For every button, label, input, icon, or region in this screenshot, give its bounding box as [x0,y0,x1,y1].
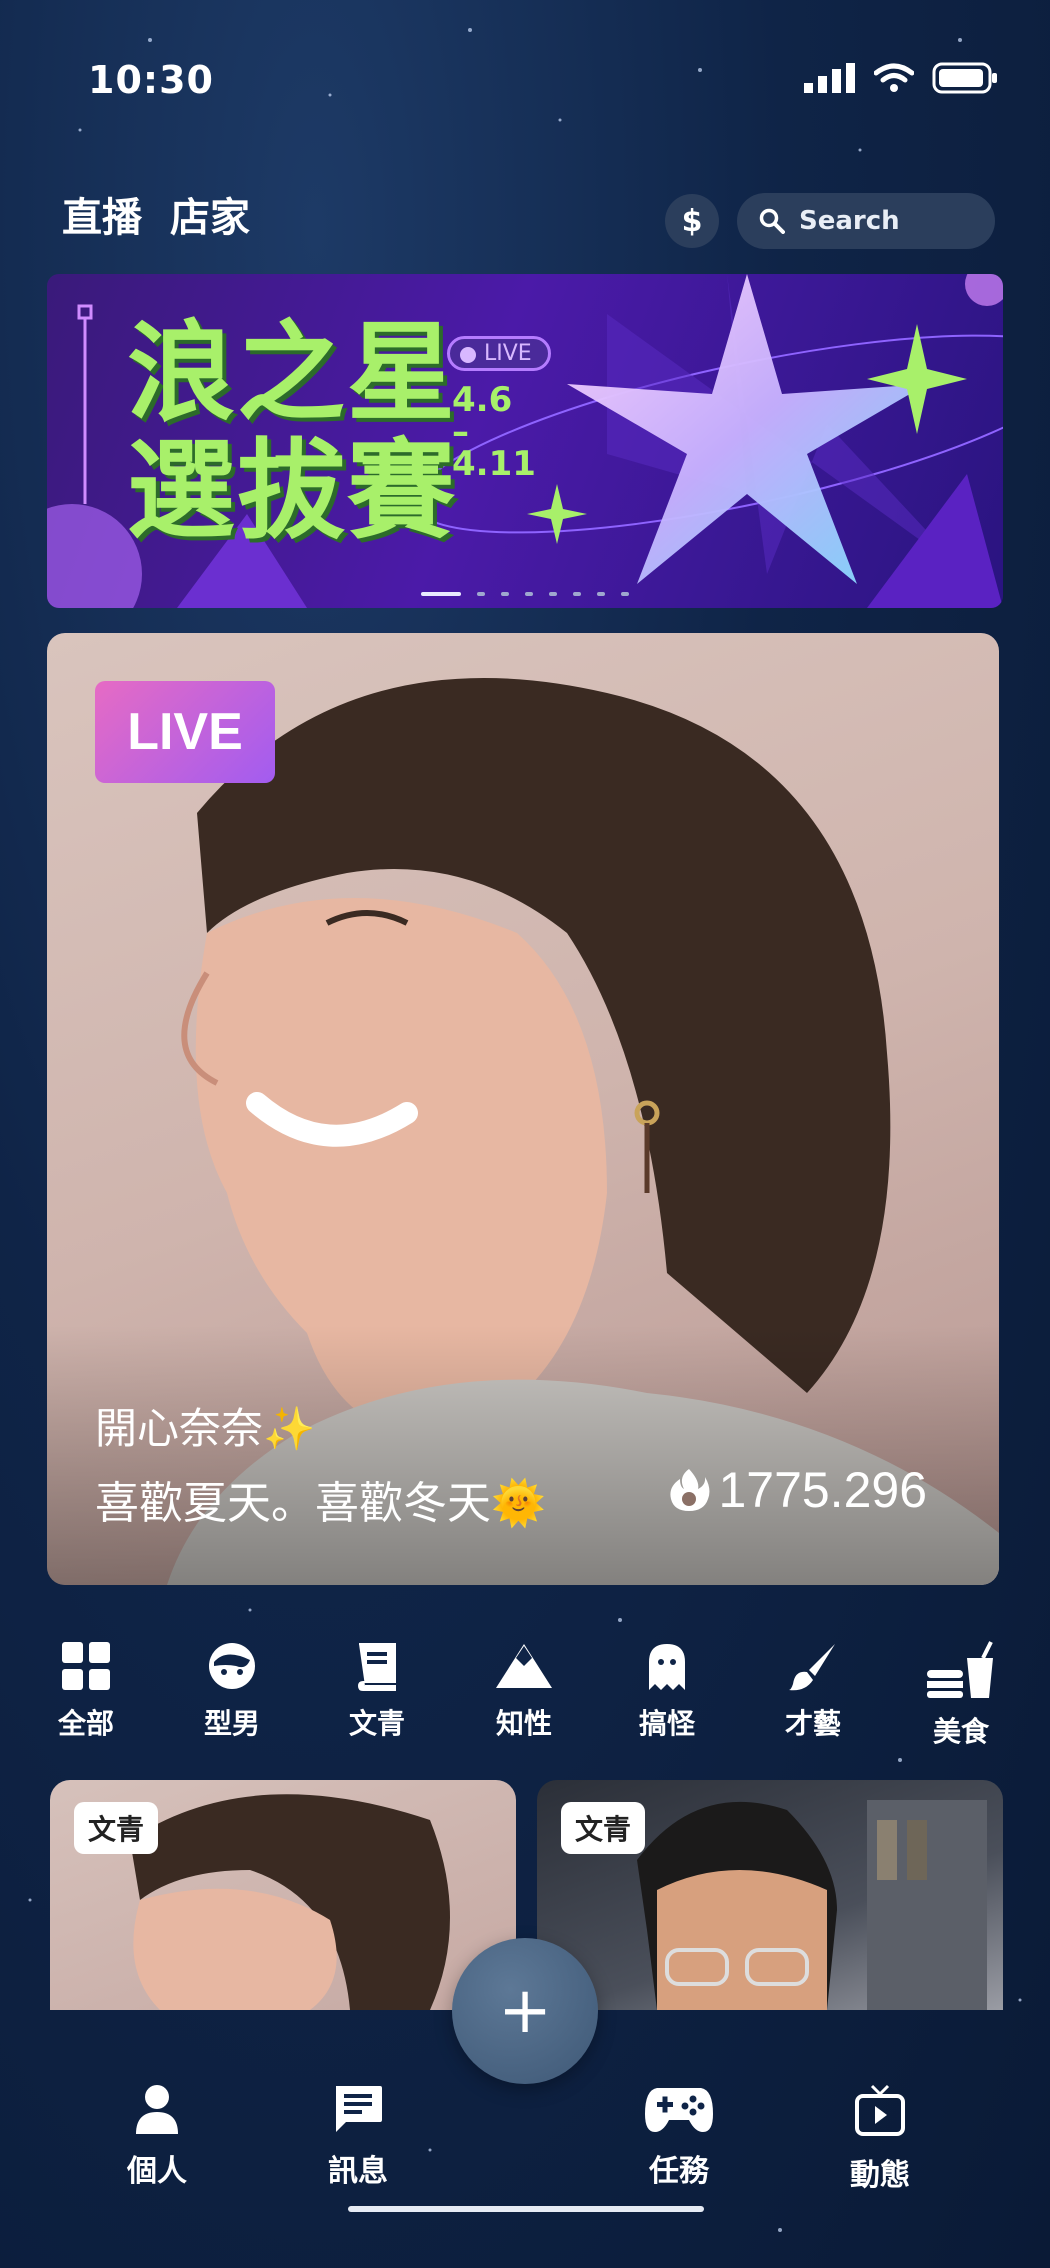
tv-icon [855,2084,905,2136]
category-talent[interactable]: 才藝 [758,1640,868,1742]
search-placeholder: Search [799,206,900,236]
tab-feed[interactable]: 動態 [810,2084,950,2194]
face-icon [209,1643,255,1689]
status-bar: 10:30 [0,0,1050,160]
heat-score: 1775.296 [668,1461,927,1519]
ghost-icon [649,1644,685,1690]
streamer-description: 喜歡夏天。喜歡冬天🌞 [95,1478,546,1529]
tab-profile[interactable]: 個人 [87,2084,227,2190]
category-literary[interactable]: 文青 [322,1640,432,1742]
streamer-name: 開心奈奈✨ [95,1404,316,1453]
search-input[interactable]: Search [737,193,995,249]
search-icon [759,208,785,234]
stream-card[interactable]: 文青 [50,1780,516,2010]
top-nav: 直播 店家 [62,185,250,243]
person-icon [136,2085,178,2134]
gamepad-icon [645,2088,713,2132]
wifi-icon [874,63,914,92]
book-icon [357,1643,396,1691]
category-all[interactable]: 全部 [31,1640,141,1742]
food-icon [927,1641,993,1698]
tab-messages[interactable]: 訊息 [288,2084,428,2190]
banner-page-indicator [47,592,1003,596]
brush-icon [789,1644,835,1691]
category-row: 全部 型男 文青 知性 搞怪 才藝 美食 [0,1640,1050,1750]
coin-button[interactable]: $ [665,194,719,248]
stream-card[interactable]: 文青 [537,1780,1003,2010]
card-tag: 文青 [561,1802,646,1854]
tab-tasks[interactable]: 任務 [609,2084,749,2190]
tab-shops[interactable]: 店家 [170,185,250,243]
battery-icon [932,62,997,94]
message-icon [336,2086,382,2132]
banner-title: 浪之星 選拔賽 [127,310,458,554]
featured-live-card[interactable]: LIVE 開心奈奈✨ 喜歡夏天。喜歡冬天🌞 1775.296 [47,633,999,1585]
promo-banner[interactable]: 浪之星 選拔賽 LIVE 4.6 – 4.11 [47,274,1003,608]
mountain-icon [496,1644,552,1688]
card-tag: 文青 [74,1802,159,1854]
tab-live[interactable]: 直播 [62,185,142,243]
status-time: 10:30 [88,58,214,102]
category-intellectual[interactable]: 知性 [469,1640,579,1742]
dollar-icon: $ [681,203,703,239]
home-indicator [348,2206,704,2212]
grid-icon [62,1642,110,1690]
category-handsome[interactable]: 型男 [177,1640,287,1742]
banner-live-pill: LIVE [447,336,551,371]
flame-icon [670,1469,710,1511]
category-food[interactable]: 美食 [906,1640,1016,1750]
live-badge: LIVE [95,681,275,783]
signal-icon [804,63,855,93]
banner-dates: 4.6 – 4.11 [452,380,536,484]
category-funny[interactable]: 搞怪 [612,1640,722,1742]
plus-icon: + [498,1974,552,2048]
add-button[interactable]: + [452,1938,598,2084]
